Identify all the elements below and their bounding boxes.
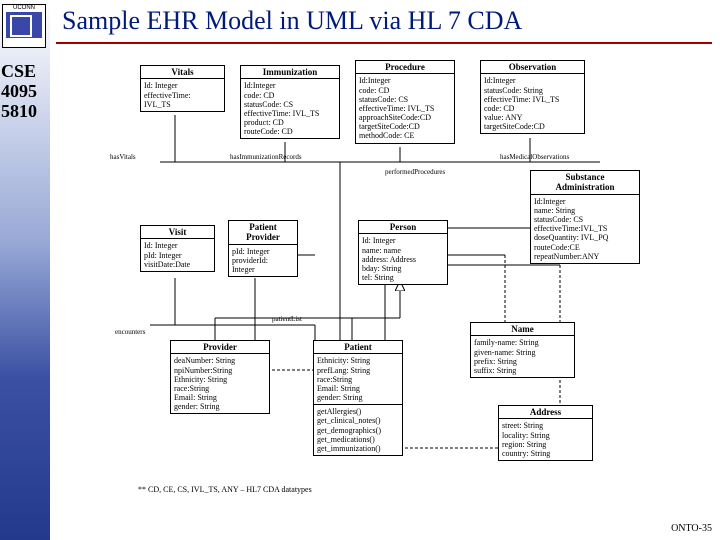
class-patient-provider-name: Patient Provider [229,221,297,245]
class-vitals-name: Vitals [141,66,224,79]
assoc-patient-list: patientList [272,315,302,323]
class-patient-provider-attrs: pId: Integer providerId: Integer [229,245,297,277]
class-provider-name: Provider [171,341,269,354]
class-observation-attrs: Id:Integer statusCode: String effectiveT… [481,74,584,133]
assoc-has-vitals: hasVitals [110,153,136,161]
class-immunization-attrs: Id:Integer code: CD statusCode: CS effec… [241,79,339,138]
class-vitals-attrs: Id: Integer effectiveTime: IVL_TS [141,79,224,111]
assoc-has-observations: hasMedicalObservations [500,153,569,161]
class-patient-provider: Patient Provider pId: Integer providerId… [228,220,298,277]
class-patient: Patient Ethnicity: String prefLang: Stri… [313,340,403,456]
class-visit-name: Visit [141,226,214,239]
class-immunization: Immunization Id:Integer code: CD statusC… [240,65,340,139]
assoc-has-immunization: hasImmunizationRecords [230,153,302,161]
class-vitals: Vitals Id: Integer effectiveTime: IVL_TS [140,65,225,112]
class-name-attrs: family-name: String given-name: String p… [471,336,574,377]
class-substance-admin-attrs: Id:Integer name: String statusCode: CS e… [531,195,639,263]
slide-root: UCONN Sample EHR Model in UML via HL 7 C… [0,0,720,540]
class-observation-name: Observation [481,61,584,74]
class-address-attrs: street: String locality: String region: … [499,419,592,460]
class-provider: Provider deaNumber: String npiNumber:Str… [170,340,270,414]
class-provider-attrs: deaNumber: String npiNumber:String Ethni… [171,354,269,413]
class-immunization-name: Immunization [241,66,339,79]
slide-number: ONTO-35 [671,523,712,534]
class-address-name: Address [499,406,592,419]
class-person-name: Person [359,221,447,234]
uconn-logo: UCONN [2,4,46,48]
class-address: Address street: String locality: String … [498,405,593,461]
assoc-performed-procedures: performedProcedures [385,168,445,176]
class-substance-admin-name: Substance Administration [531,171,639,195]
title-underline [56,42,712,44]
datatype-footnote: ** CD, CE, CS, IVL_TS, ANY – HL7 CDA dat… [138,485,312,494]
class-visit-attrs: Id: Integer pId: Integer visitDate:Date [141,239,214,271]
class-person: Person Id: Integer name: name address: A… [358,220,448,285]
class-patient-attrs: Ethnicity: String prefLang: String race:… [314,354,402,405]
class-procedure: Procedure Id:Integer code: CD statusCode… [355,60,455,144]
logo-mark-icon [6,12,42,38]
class-procedure-attrs: Id:Integer code: CD statusCode: CS effec… [356,74,454,142]
page-title: Sample EHR Model in UML via HL 7 CDA [62,6,522,36]
uml-diagram: Vitals Id: Integer effectiveTime: IVL_TS… [100,60,690,520]
class-procedure-name: Procedure [356,61,454,74]
assoc-encounters: encounters [115,328,145,336]
class-observation: Observation Id:Integer statusCode: Strin… [480,60,585,134]
class-name: Name family-name: String given-name: Str… [470,322,575,378]
class-substance-admin: Substance Administration Id:Integer name… [530,170,640,264]
class-patient-name: Patient [314,341,402,354]
logo-text: UCONN [3,5,45,11]
class-name-name: Name [471,323,574,336]
class-person-attrs: Id: Integer name: name address: Address … [359,234,447,284]
course-code: CSE 4095 5810 [1,62,37,121]
class-patient-ops: getAllergies() get_clinical_notes() get_… [314,405,402,455]
class-visit: Visit Id: Integer pId: Integer visitDate… [140,225,215,272]
